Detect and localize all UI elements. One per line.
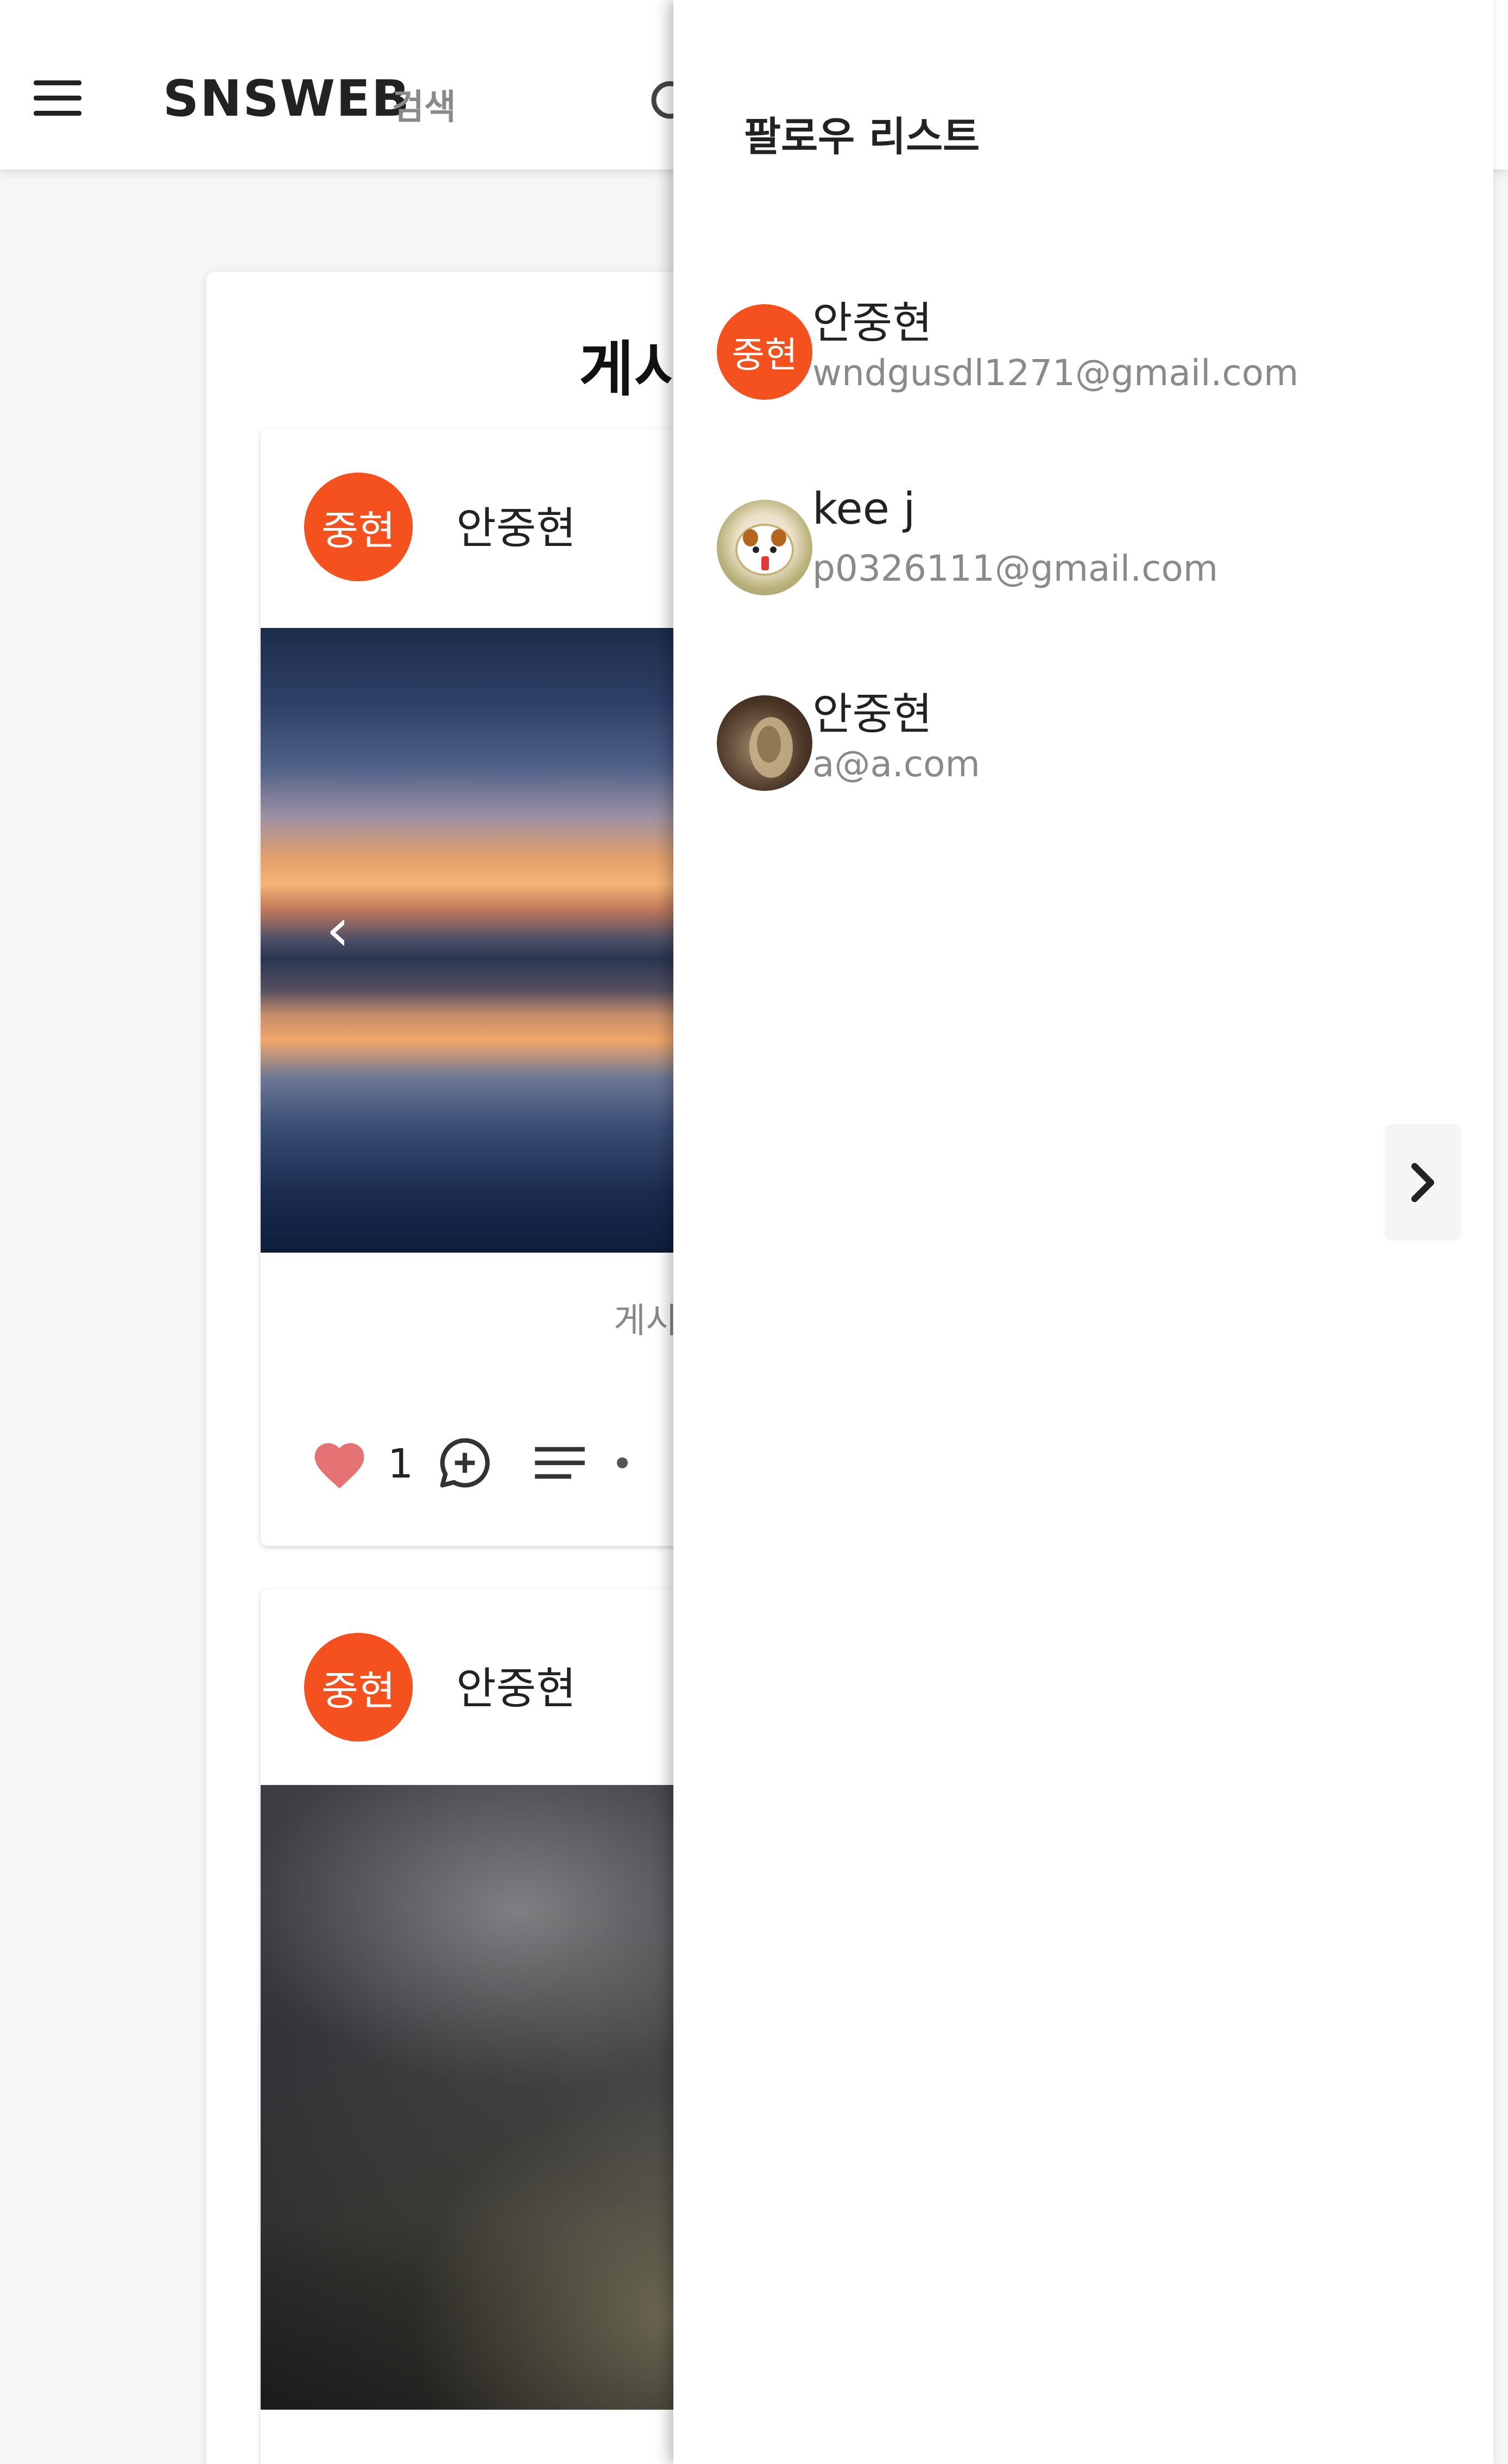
chevron-left-icon[interactable]: ‹ — [326, 900, 350, 959]
follow-email: wndgusdl1271@gmail.com — [812, 352, 1299, 394]
avatar[interactable]: 중현 — [304, 473, 413, 581]
avatar — [717, 695, 812, 791]
avatar[interactable]: 중현 — [304, 1633, 413, 1742]
list-icon[interactable] — [533, 1441, 587, 1487]
follow-name: 안중현 — [812, 298, 932, 348]
avatar: 중현 — [717, 304, 812, 400]
follow-name: kee j — [812, 483, 916, 534]
follow-email: a@a.com — [812, 743, 980, 785]
follow-list-item[interactable]: 중현 안중현 wndgusdl1271@gmail.com — [717, 282, 1423, 424]
more-icon[interactable] — [614, 1452, 647, 1476]
avatar — [717, 500, 812, 595]
app-stage: SNSWEB 검색 게시 중현 안중현 ‹ 게시 1 중현 안중현 팔로우 리스… — [0, 0, 1508, 2464]
post-author[interactable]: 안중현 — [456, 1654, 576, 1717]
post-caption: 게시 — [614, 1301, 678, 1341]
follow-drawer: 팔로우 리스트 중현 안중현 wndgusdl1271@gmail.com ke… — [673, 0, 1493, 2464]
chevron-right-icon[interactable] — [1385, 1124, 1461, 1241]
like-count: 1 — [388, 1441, 414, 1487]
heart-icon[interactable] — [310, 1436, 369, 1492]
follow-list-item[interactable]: 안중현 a@a.com — [717, 674, 1423, 815]
brand-logo[interactable]: SNSWEB — [163, 70, 411, 128]
post-actions: 1 — [310, 1431, 647, 1497]
follow-list-item[interactable]: kee j p0326111@gmail.com — [717, 478, 1423, 619]
drawer-title: 팔로우 리스트 — [744, 114, 980, 160]
add-comment-icon[interactable] — [435, 1433, 495, 1495]
hamburger-menu-icon[interactable] — [30, 80, 85, 124]
post-author[interactable]: 안중현 — [456, 493, 576, 556]
follow-name: 안중현 — [812, 689, 932, 739]
page-title: 게시 — [579, 335, 689, 404]
follow-email: p0326111@gmail.com — [812, 548, 1219, 589]
search-label[interactable]: 검색 — [392, 79, 456, 129]
